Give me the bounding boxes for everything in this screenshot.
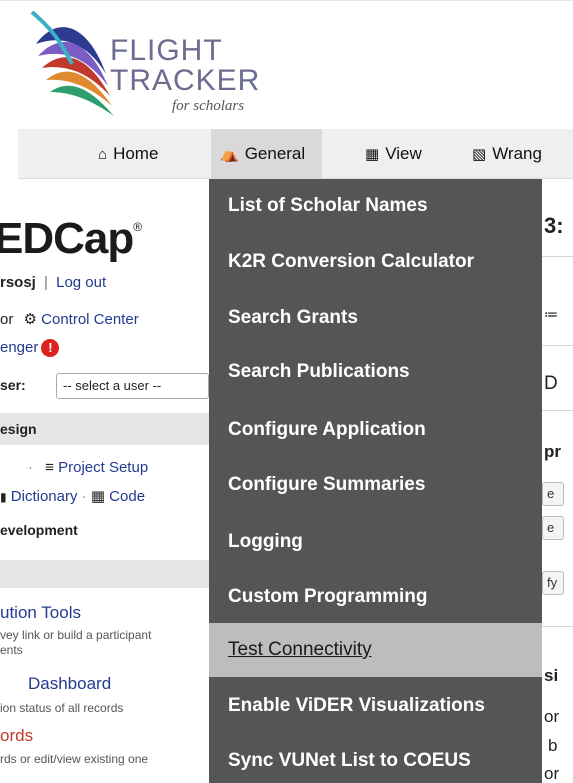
menu-search-grants[interactable]: Search Grants	[209, 291, 542, 345]
messenger-link[interactable]: enger	[0, 339, 38, 356]
calculator-icon: ▧	[472, 146, 487, 163]
right-text-si: si	[544, 666, 559, 685]
alert-badge-icon: !	[41, 339, 60, 358]
registered-mark: ®	[133, 220, 142, 234]
nav-general[interactable]: ⛺ General	[211, 129, 323, 179]
feather-logo-icon	[30, 10, 114, 116]
dashboard-desc: ion status of all records	[0, 701, 124, 715]
distribution-tools-link[interactable]: ution Tools	[0, 603, 81, 623]
codebook-link[interactable]: Code	[109, 488, 145, 505]
right-text-b: b	[548, 736, 558, 755]
right-text-d: D	[544, 373, 558, 394]
nav-wrangle[interactable]: ▧ Wrang	[472, 129, 542, 179]
menu-custom-programming[interactable]: Custom Programming	[209, 570, 542, 624]
project-setup-line: · ≡ Project Setup	[28, 459, 149, 476]
bank-icon: ⛺	[220, 146, 239, 163]
top-nav-bar: ⌂ Home ⛺ General ▦ View ▧ Wrang	[18, 129, 573, 179]
project-setup-link[interactable]: Project Setup	[58, 459, 148, 476]
select-user-dropdown[interactable]: -- select a user --	[56, 373, 209, 399]
design-header: esign	[0, 421, 37, 437]
logo-line-tracker: TRACKER	[110, 64, 261, 97]
nav-view-label: View	[385, 144, 422, 163]
right-button-1[interactable]: e	[542, 482, 564, 506]
menu-configure-application[interactable]: Configure Application	[209, 403, 542, 457]
records-link[interactable]: ords	[0, 726, 33, 746]
nav-home-label: Home	[113, 144, 159, 163]
dashboard-link[interactable]: Dashboard	[28, 674, 111, 694]
logo-line-flight: FLIGHT	[110, 34, 223, 67]
right-title-fragment: 3:	[544, 213, 564, 238]
menu-test-connectivity[interactable]: Test Connectivity	[209, 623, 542, 677]
nav-view[interactable]: ▦ View	[365, 129, 422, 179]
home-icon: ⌂	[98, 145, 108, 163]
menu-logging[interactable]: Logging	[209, 515, 542, 569]
top-rule	[0, 0, 573, 1]
status-development: evelopment	[0, 522, 78, 538]
section-bar	[0, 560, 209, 588]
menu-k2r-conversion-calculator[interactable]: K2R Conversion Calculator	[209, 235, 542, 289]
redcap-logo[interactable]: EDCap®	[0, 214, 142, 264]
dictionary-link[interactable]: Dictionary	[11, 488, 78, 505]
redcap-sidebar: EDCap® rsosj | Log out or ⚙ Control Cent…	[0, 180, 209, 783]
menu-enable-vider-visualizations[interactable]: Enable ViDER Visualizations	[209, 679, 542, 733]
menu-list-of-scholar-names[interactable]: List of Scholar Names	[209, 179, 542, 233]
control-center-link[interactable]: Control Center	[41, 311, 139, 328]
right-button-2[interactable]: e	[542, 516, 564, 540]
right-divider-3	[542, 410, 573, 411]
logo-tagline: for scholars	[172, 98, 245, 114]
right-divider-1	[542, 256, 573, 257]
right-divider-4	[542, 626, 573, 627]
user-line: rsosj | Log out	[0, 274, 107, 291]
messenger-line[interactable]: enger!	[0, 339, 60, 358]
dictionary-line: ▮ Dictionary · ▦ Code	[0, 488, 146, 505]
dictionary-icon: ▮	[0, 490, 7, 504]
nav-general-label: General	[244, 144, 306, 163]
menu-sync-vunet-list-to-coeus[interactable]: Sync VUNet List to COEUS	[209, 734, 542, 783]
menu-configure-summaries[interactable]: Configure Summaries	[209, 458, 542, 512]
distribution-desc-1: vey link or build a participant	[0, 628, 152, 642]
right-text-pr: pr	[544, 442, 561, 461]
list-icon: ≡	[45, 459, 54, 476]
username: rsosj	[0, 274, 36, 291]
right-button-3[interactable]: fy	[542, 571, 564, 595]
control-center-line: or ⚙ Control Center	[0, 311, 139, 328]
right-text-or-1: or	[544, 707, 560, 726]
impersonate-user-label: ser:	[0, 377, 26, 393]
flight-tracker-logo[interactable]: FLIGHT TRACKER for scholars	[28, 4, 268, 120]
table-icon: ▦	[365, 146, 380, 163]
records-desc: rds or edit/view existing one	[0, 752, 149, 766]
right-content-strip: 3: ≔ D pr e e fy si or b or	[542, 180, 573, 783]
distribution-desc-2: ents	[0, 643, 23, 657]
right-divider-2	[542, 345, 573, 346]
nav-wrangle-label: Wrang	[492, 144, 542, 163]
gear-icon: ⚙	[23, 311, 37, 328]
codebook-icon: ▦	[90, 488, 105, 505]
right-text-or-2: or	[544, 764, 560, 783]
general-dropdown-menu: List of Scholar Names K2R Conversion Cal…	[209, 179, 542, 783]
menu-search-publications[interactable]: Search Publications	[209, 345, 542, 399]
nav-home[interactable]: ⌂ Home	[98, 129, 158, 179]
logout-link[interactable]: Log out	[56, 274, 106, 291]
right-list-icon: ≔	[544, 306, 558, 322]
